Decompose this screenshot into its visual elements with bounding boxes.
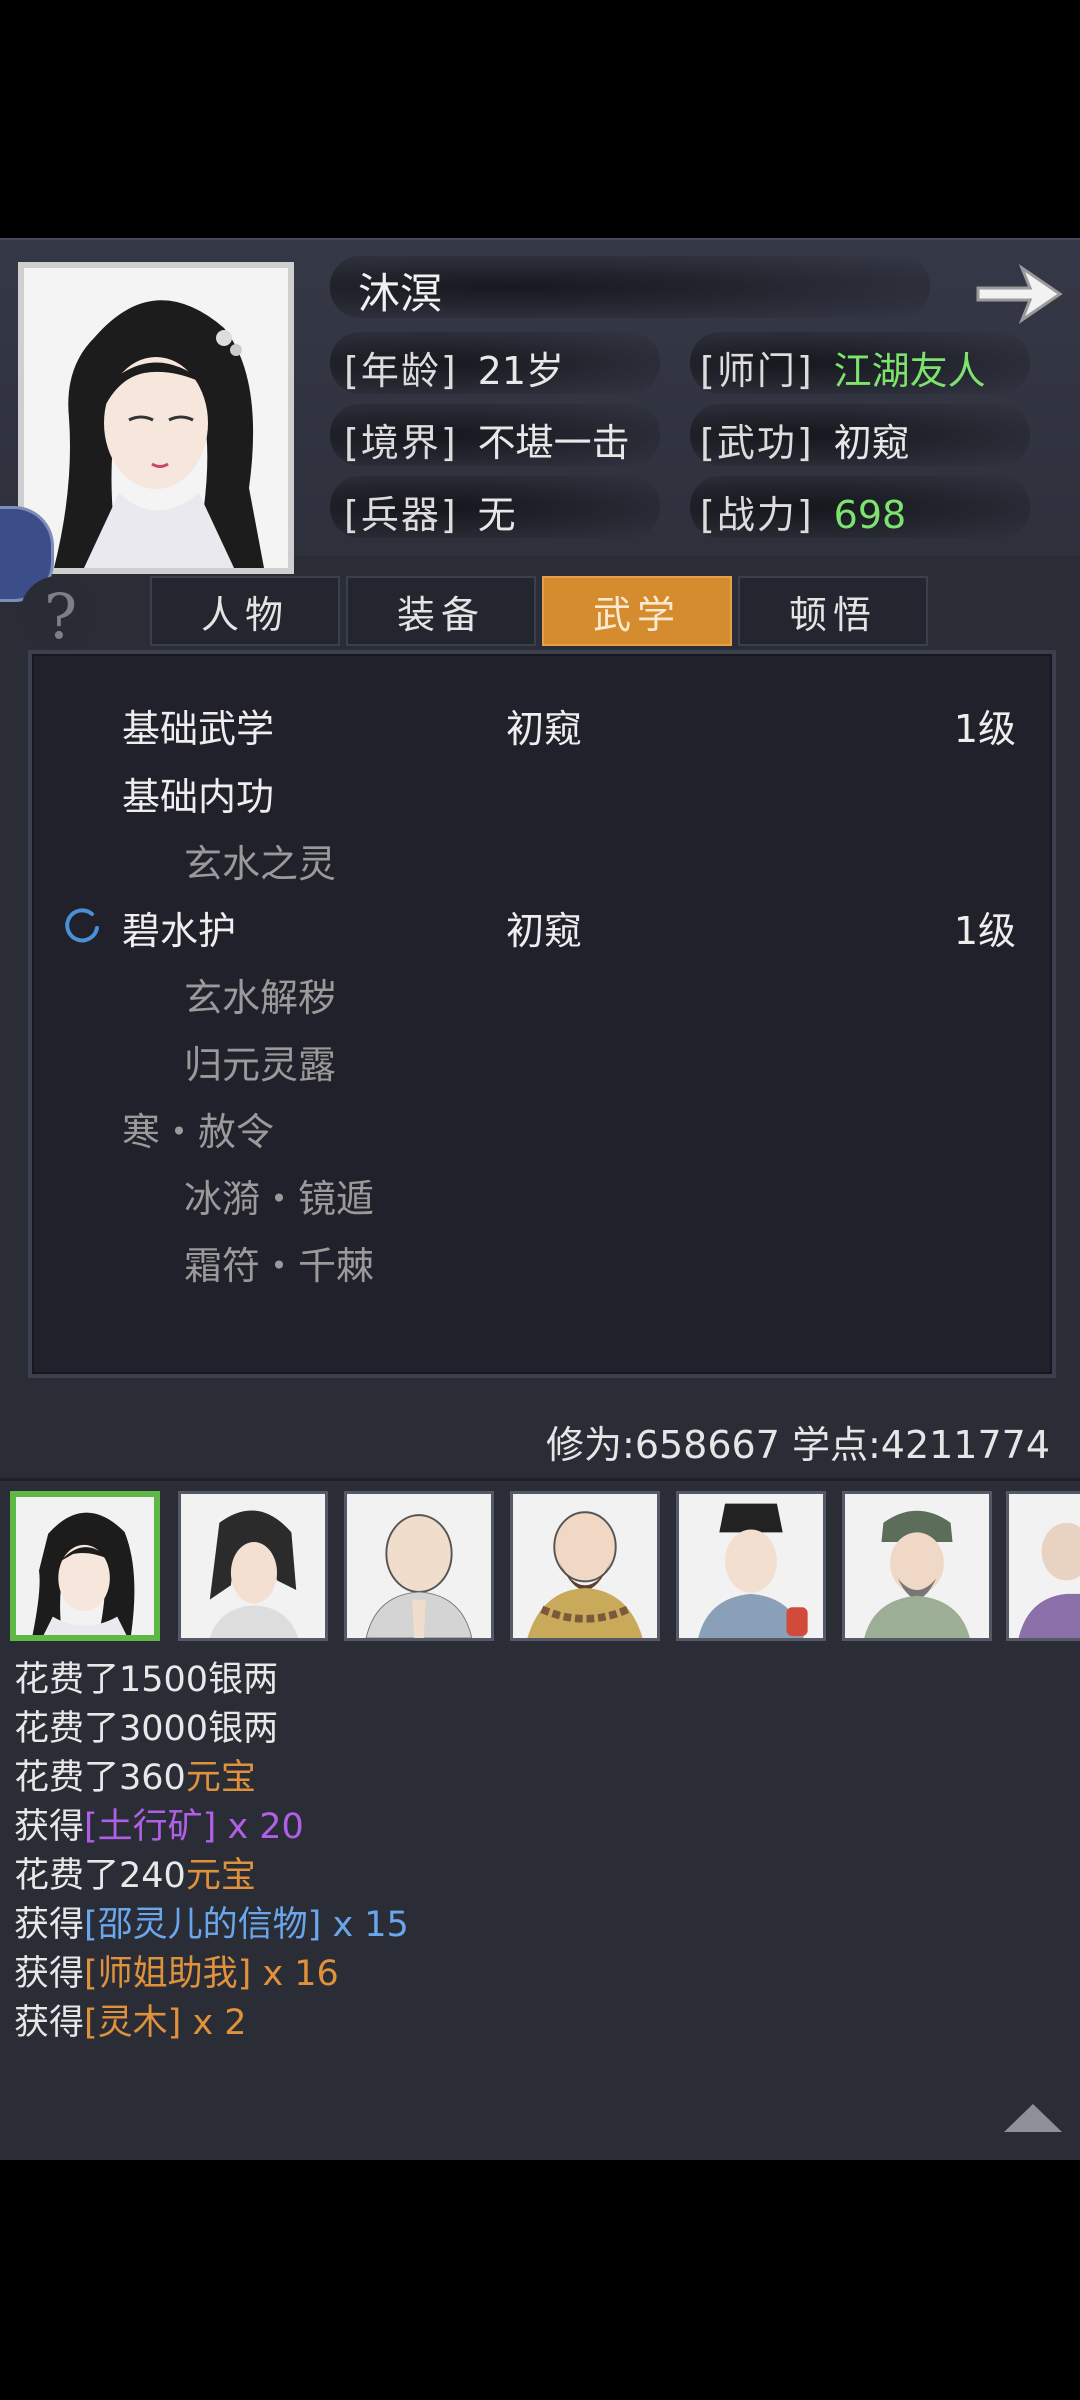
skill-rank: 初窥	[506, 707, 583, 751]
game-screen: 沐溟 [年龄] 21岁 [师门] 江湖友人 [境界] 不堪一击 [武功] 初窥 [兵器]…	[0, 238, 1080, 2160]
skill-sub-item[interactable]: 玄水之灵	[184, 833, 336, 888]
log-entry: 获得[邵灵儿的信物] x 15	[14, 1905, 409, 1945]
skill-sub-item[interactable]: 归元灵露	[184, 1034, 336, 1089]
next-arrow-icon[interactable]	[972, 258, 1064, 328]
tab-enlightenment[interactable]: 顿悟	[738, 576, 928, 646]
skill-item[interactable]: 基础内功	[122, 766, 274, 821]
tab-martial-arts[interactable]: 武学	[542, 576, 732, 646]
skill-item[interactable]: 寒・赦令	[122, 1101, 274, 1156]
monk-portrait-icon	[347, 1494, 491, 1638]
log-entry: 获得[灵木] x 2	[14, 2003, 247, 2043]
skill-item[interactable]: 基础武学	[122, 698, 274, 753]
cultivation-points: 修为:658667 学点:4211774	[546, 1423, 1050, 1467]
log-entry: 花费了1500银两	[14, 1660, 279, 1700]
message-log: 花费了1500银两 花费了3000银两 花费了360元宝 获得[土行矿] x 2…	[14, 1656, 409, 2048]
tab-equipment[interactable]: 装备	[346, 576, 536, 646]
log-entry: 获得[师姐助我] x 16	[14, 1954, 339, 1994]
character-slot[interactable]	[676, 1491, 826, 1641]
partial-portrait-icon	[1009, 1494, 1080, 1638]
official-portrait-icon	[679, 1494, 823, 1638]
stat-weapon: [兵器] 无	[344, 493, 516, 537]
tab-character[interactable]: 人物	[150, 576, 340, 646]
bearded-monk-portrait-icon	[513, 1494, 657, 1638]
log-entry: 花费了240元宝	[14, 1856, 256, 1896]
help-icon[interactable]: ?	[0, 568, 98, 660]
stat-age: [年龄] 21岁	[344, 349, 565, 393]
skill-sub-item[interactable]: 霜符・千棘	[184, 1235, 374, 1290]
skill-level: 1级	[953, 707, 1016, 751]
scroll-up-icon[interactable]	[1000, 2100, 1066, 2134]
stat-sect: [师门] 江湖友人	[700, 349, 986, 393]
stat-realm: [境界] 不堪一击	[344, 421, 630, 465]
character-strip	[0, 1478, 1080, 1662]
character-slot[interactable]	[1006, 1491, 1080, 1641]
character-slot[interactable]	[344, 1491, 494, 1641]
character-slot[interactable]	[842, 1491, 992, 1641]
elder-portrait-icon	[845, 1494, 989, 1638]
log-entry: 获得[土行矿] x 20	[14, 1807, 304, 1847]
swordsman-portrait-icon	[181, 1494, 325, 1638]
character-slot[interactable]	[10, 1491, 160, 1641]
tab-bar: 人物 装备 武学 顿悟	[150, 576, 928, 646]
skill-item[interactable]: 碧水护	[122, 900, 236, 955]
heroine-portrait-icon	[16, 1497, 154, 1635]
character-portrait[interactable]	[18, 262, 294, 574]
skill-rank: 初窥	[506, 909, 583, 953]
log-entry: 花费了360元宝	[14, 1758, 256, 1798]
character-slot[interactable]	[510, 1491, 660, 1641]
heroine-portrait-icon	[24, 268, 288, 568]
stat-power: [战力] 698	[700, 493, 907, 537]
svg-text:?: ?	[44, 580, 77, 653]
skill-sub-item[interactable]: 玄水解秽	[184, 967, 336, 1022]
character-name: 沐溟	[358, 269, 443, 318]
skill-level: 1级	[953, 909, 1016, 953]
loading-spinner-icon	[65, 908, 99, 943]
character-slot[interactable]	[178, 1491, 328, 1641]
martial-arts-panel: 基础武学 初窥 1级 基础内功 玄水之灵 碧水护 初窥 1级 玄水解秽 归元灵露…	[28, 650, 1056, 1378]
character-header: 沐溟 [年龄] 21岁 [师门] 江湖友人 [境界] 不堪一击 [武功] 初窥 [兵器]…	[0, 238, 1080, 574]
skill-sub-item[interactable]: 冰漪・镜遁	[184, 1168, 374, 1223]
stat-martial: [武功] 初窥	[700, 421, 910, 465]
log-entry: 花费了3000银两	[14, 1709, 279, 1749]
